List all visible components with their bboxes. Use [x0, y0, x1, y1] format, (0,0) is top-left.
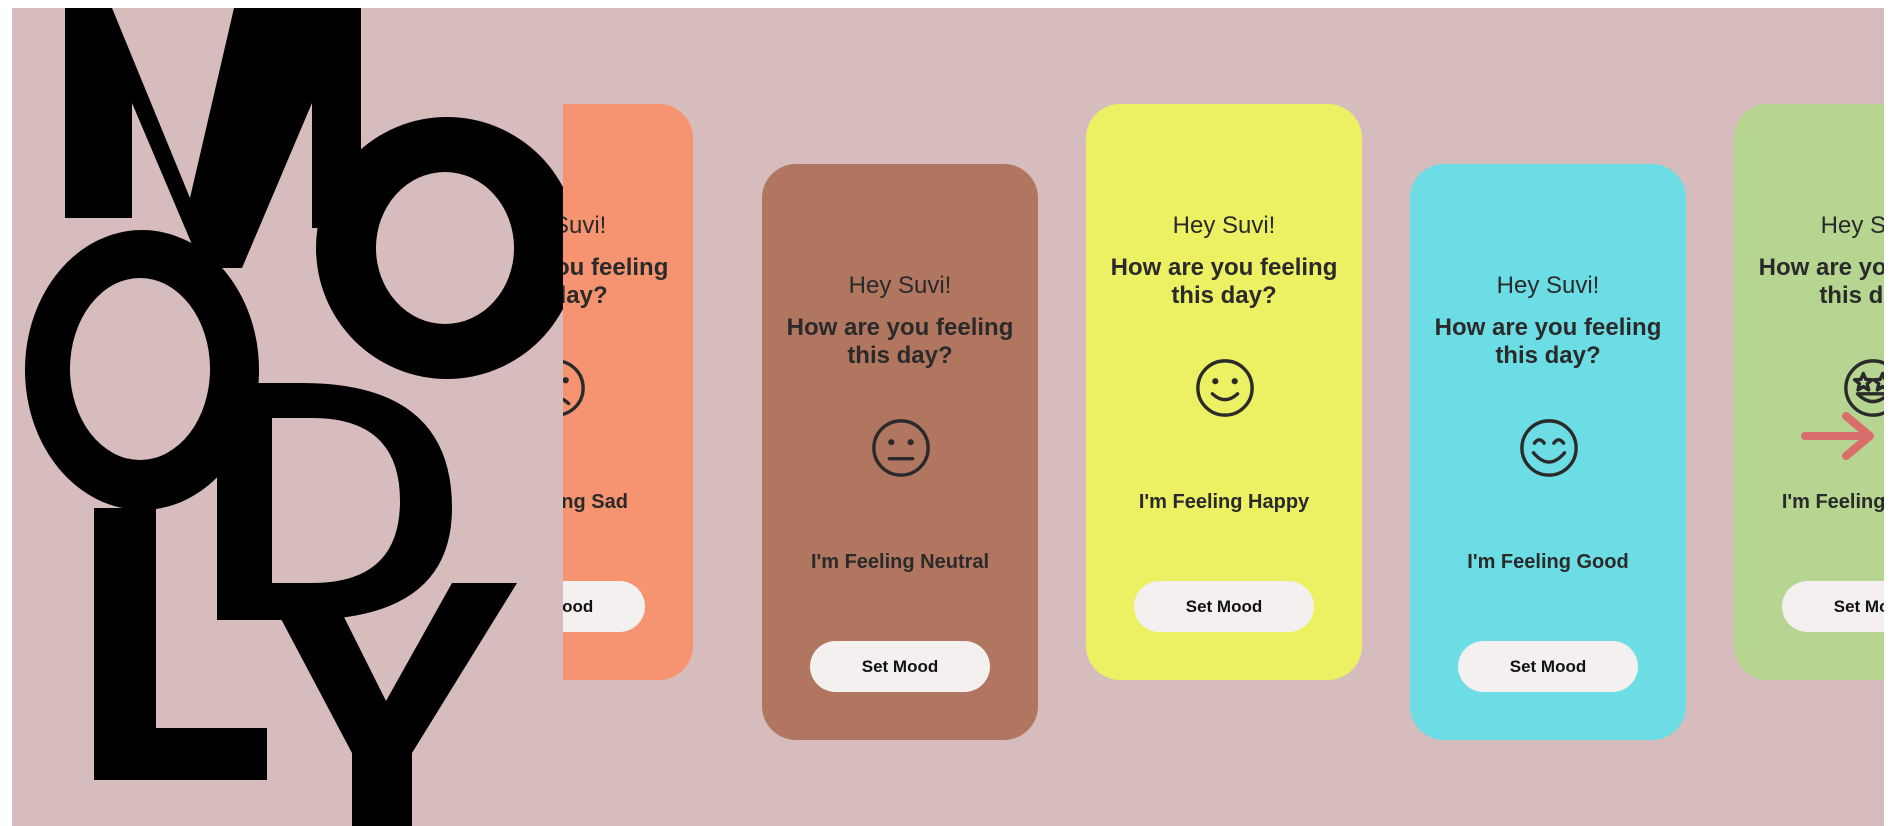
card-greeting: Hey Suvi! — [1496, 272, 1600, 299]
card-question: How are you feeling this day? — [563, 254, 669, 309]
card-mood-label: I'm Feeling Happy — [1138, 491, 1310, 513]
neutral-face-icon — [870, 417, 932, 479]
mood-card-happy: Hey Suvi! How are you feeling this day? … — [1086, 104, 1362, 680]
set-mood-button[interactable]: Set Mood — [1134, 581, 1314, 632]
card-mood-label: I'm Feeling Good — [1467, 551, 1629, 573]
card-question: How are you feeling this day? — [786, 314, 1014, 369]
happy-face-icon — [1194, 357, 1256, 419]
card-question: How are you feeling this day? — [1434, 314, 1662, 369]
sad-face-icon — [563, 357, 587, 419]
card-greeting: Hey Suvi! — [1172, 212, 1276, 239]
set-mood-button[interactable]: Set Mood — [563, 581, 645, 632]
mood-card-excited: Hey Suvi! How are you feeling this day? … — [1734, 104, 1884, 680]
card-greeting: Hey Suvi! — [563, 212, 607, 239]
set-mood-button[interactable]: Set Mood — [810, 641, 990, 692]
card-question: How are you feeling this day? — [1110, 254, 1338, 309]
arrow-right-icon[interactable] — [1800, 410, 1878, 462]
good-face-icon — [1518, 417, 1580, 479]
mood-card-neutral: Hey Suvi! How are you feeling this day? … — [762, 164, 1038, 740]
card-mood-label: I'm Feeling Excited — [1781, 491, 1884, 513]
page-background: Hey Suvi! How are you feeling this day? … — [12, 8, 1884, 826]
card-question: How are you feeling this day? — [1758, 254, 1884, 309]
moodly-logo — [12, 8, 572, 826]
mood-card-good: Hey Suvi! How are you feeling this day? … — [1410, 164, 1686, 740]
card-mood-label: I'm Feeling Sad — [563, 491, 628, 513]
mood-card-sad: Hey Suvi! How are you feeling this day? … — [563, 104, 693, 680]
card-mood-label: I'm Feeling Neutral — [810, 551, 990, 573]
card-greeting: Hey Suvi! — [848, 272, 952, 299]
set-mood-button[interactable]: Set Mood — [1458, 641, 1638, 692]
card-greeting: Hey Suvi! — [1820, 212, 1884, 239]
mood-carousel[interactable]: Hey Suvi! How are you feeling this day? … — [563, 8, 1884, 826]
set-mood-button[interactable]: Set Mood — [1782, 581, 1884, 632]
